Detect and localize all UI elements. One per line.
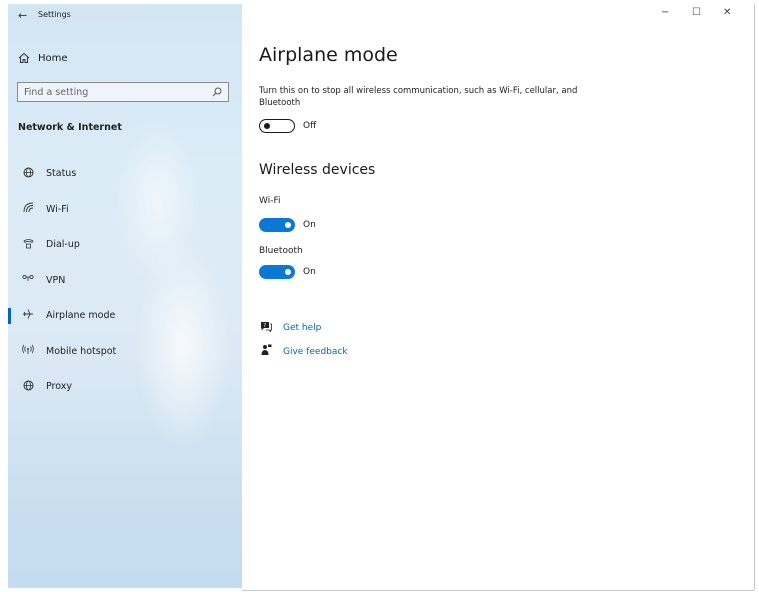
airplane-toggle-state: Off <box>303 121 317 131</box>
app-title: Settings <box>38 10 71 19</box>
airplane-mode-toggle[interactable] <box>259 119 295 133</box>
sidebar-item-proxy[interactable]: Proxy <box>8 369 242 405</box>
nav-home[interactable]: Home <box>18 52 68 64</box>
toggle-knob <box>264 122 270 129</box>
close-button[interactable]: ✕ <box>723 7 731 18</box>
back-arrow-icon[interactable]: ← <box>18 9 27 22</box>
airplane-description: Turn this on to stop all wireless commun… <box>259 86 578 108</box>
airplane-toggle-row: Off <box>259 119 316 133</box>
sidebar-item-label: Status <box>46 168 77 180</box>
get-help-row[interactable]: ? Get help <box>259 321 321 335</box>
sidebar-item-label: Mobile hotspot <box>46 345 117 357</box>
wifi-toggle-row: On <box>259 218 316 232</box>
window-border-bottom <box>242 590 754 591</box>
bluetooth-toggle[interactable] <box>259 265 295 279</box>
section-title: Network & Internet <box>18 122 122 133</box>
nav-home-label: Home <box>38 52 68 64</box>
vpn-icon <box>20 273 36 287</box>
maximize-button[interactable]: ☐ <box>692 7 701 18</box>
bluetooth-toggle-state: On <box>303 267 316 277</box>
title-bar: ← Settings <box>8 4 754 28</box>
proxy-globe-icon <box>20 380 36 394</box>
status-globe-icon <box>20 167 36 181</box>
give-feedback-row[interactable]: Give feedback <box>259 344 348 359</box>
toggle-knob <box>285 269 291 275</box>
sidebar-item-vpn[interactable]: VPN <box>8 263 242 299</box>
airplane-icon <box>20 308 36 323</box>
wifi-icon <box>20 202 36 216</box>
get-help-link[interactable]: Get help <box>283 323 321 333</box>
help-chat-icon: ? <box>259 321 273 335</box>
bluetooth-toggle-row: On <box>259 265 316 279</box>
sidebar-item-label: Wi-Fi <box>46 203 69 215</box>
hotspot-icon <box>20 344 36 358</box>
give-feedback-link[interactable]: Give feedback <box>283 347 348 357</box>
nav-list: Status Wi-Fi Dial-up VPN Airplane mode M… <box>8 156 242 405</box>
sidebar-item-status[interactable]: Status <box>8 156 242 192</box>
phone-icon <box>20 238 36 252</box>
sidebar-item-mobile-hotspot[interactable]: Mobile hotspot <box>8 334 242 370</box>
wifi-label: Wi-Fi <box>259 196 281 206</box>
search-placeholder: Find a setting <box>24 87 89 98</box>
home-icon <box>18 52 30 63</box>
sidebar-item-dialup[interactable]: Dial-up <box>8 227 242 263</box>
sidebar-item-label: Airplane mode <box>46 310 116 322</box>
wireless-devices-title: Wireless devices <box>259 162 376 178</box>
svg-text:?: ? <box>263 323 266 329</box>
sidebar-item-wifi[interactable]: Wi-Fi <box>8 192 242 228</box>
sidebar-item-label: VPN <box>46 274 66 286</box>
page-title: Airplane mode <box>259 44 398 66</box>
bluetooth-label: Bluetooth <box>259 246 303 256</box>
minimize-button[interactable]: − <box>661 7 669 18</box>
search-input[interactable]: Find a setting <box>17 82 229 102</box>
sidebar-item-label: Dial-up <box>46 239 80 251</box>
search-icon <box>212 87 222 97</box>
sidebar-item-label: Proxy <box>46 381 73 393</box>
sidebar-item-airplane-mode[interactable]: Airplane mode <box>8 298 242 334</box>
wifi-toggle[interactable] <box>259 218 295 232</box>
feedback-person-icon <box>259 344 273 359</box>
settings-window: ← Settings − ☐ ✕ Home Find a setting Net… <box>0 0 759 592</box>
window-border <box>754 4 755 590</box>
toggle-knob <box>285 222 291 228</box>
wifi-toggle-state: On <box>303 220 316 230</box>
